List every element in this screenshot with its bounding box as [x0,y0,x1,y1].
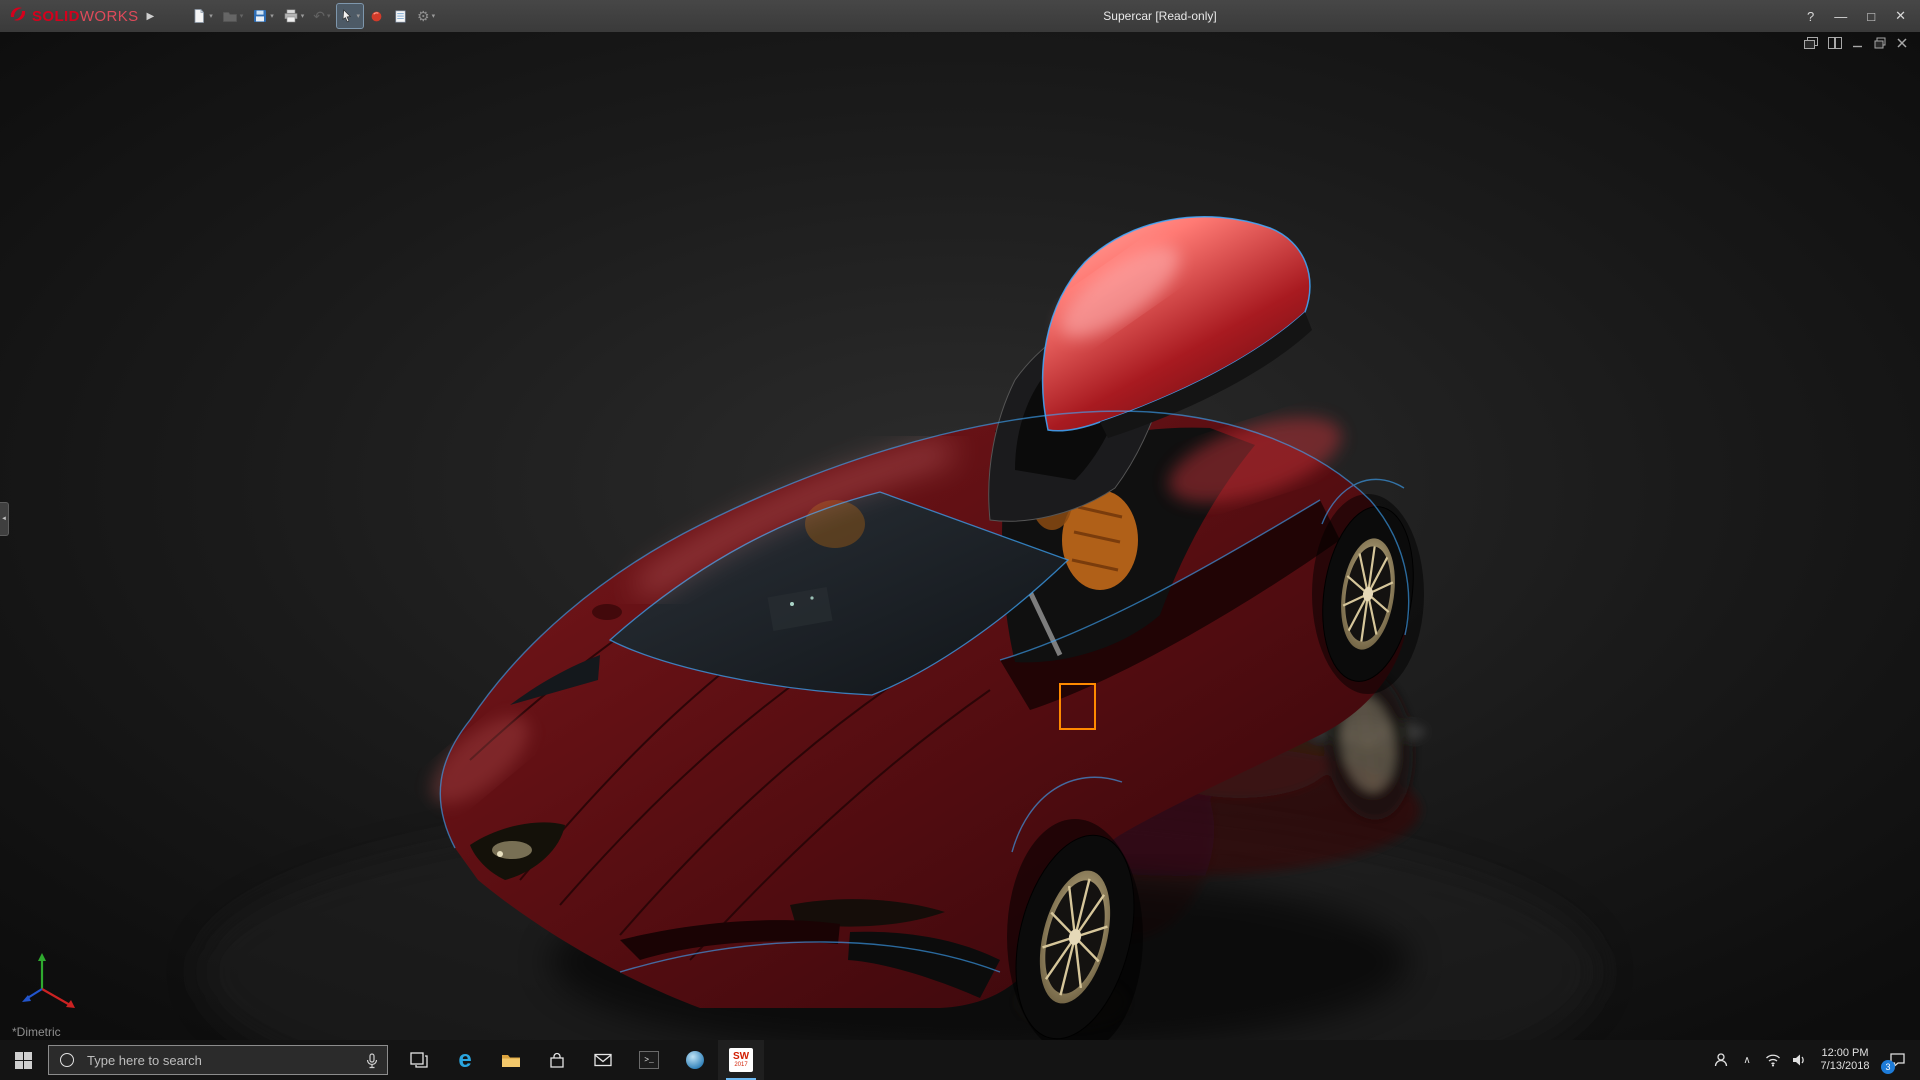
3d-scene[interactable] [0,32,1920,1040]
task-view-button[interactable] [396,1040,442,1080]
start-button[interactable] [0,1040,46,1080]
command-prompt-icon: >_ [639,1051,659,1069]
titlebar: SOLIDWORKS ▶ ▾ ▾ [0,0,1920,32]
task-view-icon [410,1052,428,1068]
windows-logo-icon [15,1052,32,1069]
dropdown-caret[interactable]: ▾ [240,12,244,20]
side-mirror [592,604,622,620]
speaker-icon [1791,1053,1807,1067]
document-title: Supercar [Read-only] [520,0,1800,32]
microphone-icon[interactable] [366,1053,378,1074]
new-document-button[interactable]: ▾ [188,4,216,28]
dropdown-caret[interactable]: ▾ [301,12,305,20]
dropdown-caret[interactable]: ▾ [209,12,213,20]
clock-date: 7/13/2018 [1814,1060,1876,1073]
menu-flyout-arrow-icon[interactable]: ▶ [147,11,155,22]
rebuild-button[interactable] [366,4,387,28]
file-explorer-icon [501,1052,521,1068]
maximize-button[interactable]: □ [1867,9,1875,24]
undo-icon: ↶ [313,8,325,24]
hidden-icons-button[interactable]: ∧ [1734,1040,1760,1080]
help-button[interactable]: ? [1807,9,1814,24]
orientation-triad [14,947,86,1024]
rear-wheel [1312,494,1424,694]
taskbar-search[interactable] [48,1045,388,1075]
solidworks-logo-icon [8,4,28,29]
store-icon [549,1052,565,1069]
save-button[interactable]: ▾ [249,4,277,28]
panel-collapse-arrow-icon: ◄ [1,516,7,522]
dropdown-caret[interactable]: ▾ [432,12,436,20]
seat-through-glass [805,500,865,548]
action-center-button[interactable]: 3 [1878,1040,1916,1080]
document-window-controls [1804,37,1908,49]
doc-tile-button[interactable] [1828,37,1842,49]
brand-light-text: WORKS [80,8,139,25]
doc-restore-button[interactable] [1874,37,1886,49]
brand-bold-text: SOLID [32,8,80,25]
window-controls: ? — □ ✕ [1807,8,1912,24]
open-folder-icon [222,8,238,24]
minimize-button[interactable]: — [1834,9,1847,24]
file-explorer-button[interactable] [488,1040,534,1080]
close-button[interactable]: ✕ [1895,8,1906,24]
save-floppy-icon [252,8,268,24]
network-icon [1765,1053,1781,1067]
edge-button[interactable]: e [442,1040,488,1080]
dropdown-caret[interactable]: ▾ [327,12,331,20]
rebuild-light-icon [369,9,384,24]
new-document-icon [191,8,207,24]
people-button[interactable] [1708,1040,1734,1080]
file-properties-icon [393,9,408,24]
dropdown-caret[interactable]: ▾ [270,12,274,20]
command-prompt-button[interactable]: >_ [626,1040,672,1080]
chevron-up-icon: ∧ [1743,1055,1750,1066]
solidworks-logo: SOLIDWORKS [8,4,139,29]
taskbar-apps: e >_ [396,1040,764,1080]
search-input[interactable] [49,1046,387,1074]
sw-label: SW [733,1052,749,1062]
mail-button[interactable] [580,1040,626,1080]
network-button[interactable] [1760,1040,1786,1080]
dropdown-caret[interactable]: ▾ [357,12,361,20]
gear-icon: ⚙ [417,8,430,24]
edge-icon: e [458,1046,471,1074]
solidworks-taskbar-button[interactable]: SW 2017 [718,1040,764,1080]
volume-button[interactable] [1786,1040,1812,1080]
undo-button[interactable]: ↶ ▾ [310,4,333,28]
doc-cascade-button[interactable] [1804,37,1818,49]
select-cursor-icon [340,9,355,24]
feature-tree-flyout-tab[interactable]: ◄ [0,502,9,536]
system-tray: ∧ 12:00 PM 7/13/2018 [1708,1040,1920,1080]
clock-time: 12:00 PM [1814,1047,1876,1060]
doc-close-button[interactable] [1896,37,1908,49]
select-tool-button[interactable]: ▾ [337,4,364,28]
graphics-viewport[interactable]: ◄ *Dimetric [0,32,1920,1040]
file-properties-button[interactable] [390,4,411,28]
mail-icon [594,1053,612,1067]
notification-count-badge: 3 [1881,1060,1895,1074]
solidworks-app-window: SOLIDWORKS ▶ ▾ ▾ [0,0,1920,1080]
windows-taskbar: e >_ [0,1040,1920,1080]
open-button[interactable]: ▾ [219,4,247,28]
quick-access-toolbar: ▾ ▾ ▾ [188,4,438,28]
cortana-icon [60,1053,74,1067]
sw-year: 2017 [734,1062,747,1069]
print-button[interactable]: ▾ [280,4,308,28]
options-button[interactable]: ⚙ ▾ [414,4,438,28]
doc-minimize-button[interactable] [1852,37,1864,49]
printer-icon [283,8,299,24]
edrawings-sphere-icon [685,1050,705,1070]
edrawings-button[interactable] [672,1040,718,1080]
selection-highlight-box [1059,683,1096,730]
people-icon [1713,1052,1729,1068]
taskbar-clock[interactable]: 12:00 PM 7/13/2018 [1812,1047,1878,1073]
store-button[interactable] [534,1040,580,1080]
view-orientation-label: *Dimetric [12,1025,61,1039]
solidworks-app-icon: SW 2017 [729,1048,753,1072]
